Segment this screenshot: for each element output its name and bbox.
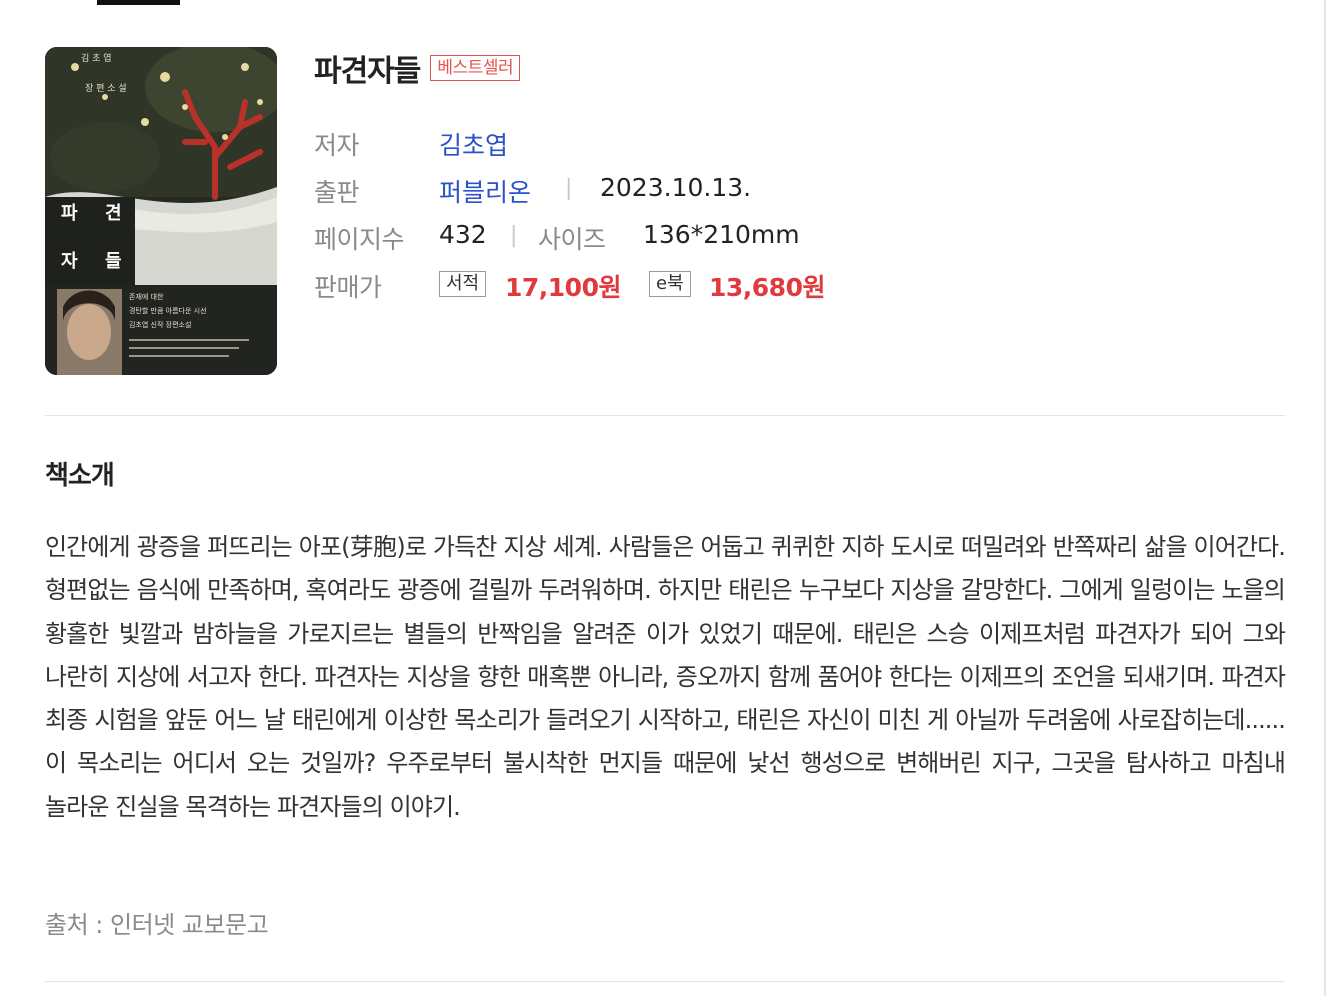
book-cover-image: 김 초 엽 장 편 소 설 파 견 자 들 존재에 대한 경탄할 만큼 아름다운… [45,47,277,375]
cover-title-1a: 파 [61,203,78,224]
separator: | [565,176,573,201]
bottom-divider [45,981,1285,982]
intro-body: 인간에게 광증을 퍼뜨리는 아포(芽胞)로 가득찬 지상 세계. 사람들은 어둡… [45,533,1286,821]
intro-heading: 책소개 [45,461,115,491]
cover-blurb-1: 존재에 대한 [129,292,164,301]
separator: | [510,223,518,248]
cover-blurb-2: 경탄할 만큼 아름다운 시선 [129,306,207,315]
print-price: 17,100원 [505,273,621,302]
title-row: 파견자들 베스트셀러 [314,48,521,89]
author-label: 저자 [314,131,360,160]
bestseller-badge: 베스트셀러 [430,55,521,81]
cover-blurb-3: 김초엽 신작 장편소설 [129,320,191,329]
active-tab-indicator [97,0,180,5]
cover-title-2b: 들 [105,251,122,272]
pages-value: 432 [439,220,487,249]
book-title: 파견자들 [314,54,421,89]
ebook-tag: e북 [649,271,691,297]
cover-title-1b: 견 [105,203,122,224]
publisher-label: 출판 [314,178,360,207]
size-value: 136*210mm [643,220,800,249]
publish-date: 2023.10.13. [600,173,752,202]
cover-author-text: 김 초 엽 [81,52,112,64]
intro-source: 출처 : 인터넷 교보문고 [45,911,269,939]
cover-title-2a: 자 [61,251,78,272]
price-label: 판매가 [314,273,382,302]
author-link[interactable]: 김초엽 [439,126,508,162]
section-divider [45,415,1285,416]
print-book-tag: 서적 [439,271,487,297]
pages-label: 페이지수 [314,225,405,254]
ebook-price: 13,680원 [709,273,825,302]
publisher-link[interactable]: 퍼블리온 [439,173,531,209]
size-label: 사이즈 [538,225,606,254]
cover-genre-text: 장 편 소 설 [85,82,127,94]
